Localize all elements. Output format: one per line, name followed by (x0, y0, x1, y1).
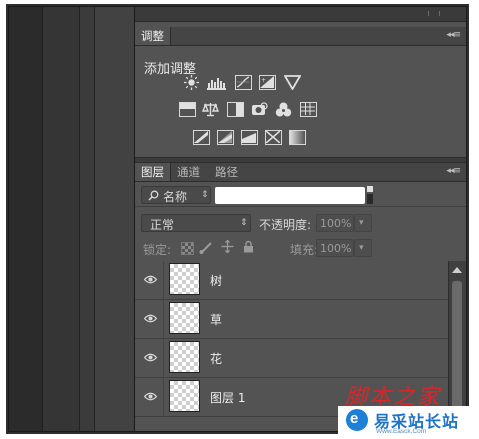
lock-all-icon[interactable] (243, 240, 254, 253)
invert-icon[interactable] (193, 130, 210, 145)
visibility-eye-icon[interactable] (144, 390, 157, 403)
gradient-map-triangle-icon[interactable] (283, 75, 302, 91)
tab-channels[interactable]: 通道 (171, 163, 206, 181)
opacity-label: 不透明度: (259, 218, 312, 232)
black-white-icon[interactable] (227, 102, 244, 117)
workspace-strip (9, 7, 43, 431)
workspace-strip (80, 7, 95, 431)
dock-header (135, 7, 466, 22)
layer-name[interactable]: 图层 1 (210, 389, 245, 406)
lock-image-pixels-icon[interactable] (199, 241, 213, 254)
filter-kind-select[interactable]: 名称 ⇕ (141, 186, 211, 204)
posterize-icon[interactable] (217, 130, 234, 145)
layer-thumbnail (169, 263, 200, 295)
chevron-down-icon: ▾ (359, 243, 364, 253)
scroll-up-arrow-icon[interactable] (452, 267, 462, 273)
row-divider (163, 378, 164, 416)
levels-icon[interactable] (207, 75, 226, 90)
lock-transparent-pixels-icon[interactable] (181, 242, 194, 255)
site-url: Www.Easck.Com (376, 428, 427, 435)
tab-adjustments[interactable]: 调整 (135, 27, 171, 45)
row-divider (163, 339, 164, 377)
layer-name[interactable]: 草 (210, 311, 222, 328)
layer-row[interactable]: 花 (135, 339, 449, 378)
svg-text:+: + (261, 77, 266, 84)
curves-icon[interactable] (235, 75, 252, 90)
visibility-eye-icon[interactable] (144, 273, 157, 286)
layer-name[interactable]: 树 (210, 272, 222, 289)
adjustments-tabbar: 调整 ◂◂≡ (135, 27, 466, 46)
layer-name[interactable]: 花 (210, 350, 222, 367)
tab-layers[interactable]: 图层 (135, 163, 171, 181)
search-icon (148, 190, 159, 201)
opacity-dropdown-button[interactable]: ▾ (354, 214, 372, 232)
layer-thumbnail (169, 341, 200, 373)
visibility-eye-icon[interactable] (144, 312, 157, 325)
blend-mode-value: 正常 (150, 218, 175, 232)
lock-label: 锁定: (143, 243, 172, 257)
fill-value: 100% (320, 242, 352, 255)
chevron-down-icon: ▾ (359, 218, 364, 228)
panel-dock-collapsed (95, 7, 135, 431)
blend-mode-select[interactable]: 正常 ⇕ (141, 214, 251, 232)
workspace-strip (43, 7, 80, 431)
brightness-contrast-icon[interactable] (183, 75, 200, 90)
visibility-eye-icon[interactable] (144, 351, 157, 364)
row-divider (135, 206, 466, 207)
threshold-icon[interactable] (241, 130, 258, 145)
filter-text-input[interactable] (215, 187, 365, 204)
photoshop-window: 调整 ◂◂≡ 添加调整 + 图层 通道 路径 ◂◂≡ 名称 ⇕ 正常 ⇕ 不透明… (8, 6, 467, 432)
chevron-updown-icon: ⇕ (240, 218, 248, 228)
fill-dropdown-button[interactable]: ▾ (354, 239, 372, 257)
opacity-value: 100% (320, 217, 352, 230)
panel-dock: 调整 ◂◂≡ 添加调整 + 图层 通道 路径 ◂◂≡ 名称 ⇕ 正常 ⇕ 不透明… (135, 7, 466, 431)
selective-color-icon[interactable] (265, 130, 282, 145)
channel-mixer-icon[interactable] (275, 102, 292, 117)
hue-saturation-icon[interactable] (179, 102, 196, 117)
color-balance-icon[interactable] (201, 102, 220, 117)
layer-thumbnail (169, 302, 200, 334)
row-divider (163, 300, 164, 338)
layer-thumbnail (169, 380, 200, 412)
layers-tabbar: 图层 通道 路径 ◂◂≡ (135, 163, 466, 182)
gradient-fill-icon[interactable] (289, 130, 306, 145)
opacity-input[interactable]: 100% (316, 214, 354, 232)
photo-filter-icon[interactable] (251, 102, 268, 117)
row-divider (163, 261, 164, 299)
exposure-icon[interactable]: + (259, 75, 276, 90)
color-lookup-icon[interactable] (300, 102, 317, 117)
chevron-updown-icon: ⇕ (201, 190, 209, 200)
lock-position-icon[interactable] (221, 240, 234, 253)
layer-row[interactable]: 草 (135, 300, 449, 339)
fill-input[interactable]: 100% (316, 239, 354, 257)
layer-row[interactable]: 树 (135, 261, 449, 300)
fill-label: 填充: (290, 243, 319, 257)
site-logo-icon: e (346, 409, 368, 431)
panel-menu-icon[interactable]: ◂◂≡ (446, 166, 461, 176)
panel-menu-icon[interactable]: ◂◂≡ (446, 30, 461, 40)
filter-kind-label: 名称 (163, 190, 188, 204)
filter-toggle-icon[interactable] (367, 186, 373, 204)
dock-grip-icon[interactable] (428, 11, 440, 16)
tab-paths[interactable]: 路径 (209, 163, 244, 181)
watermark-badge: e 易采站长站 Www.Easck.Com (338, 406, 479, 439)
